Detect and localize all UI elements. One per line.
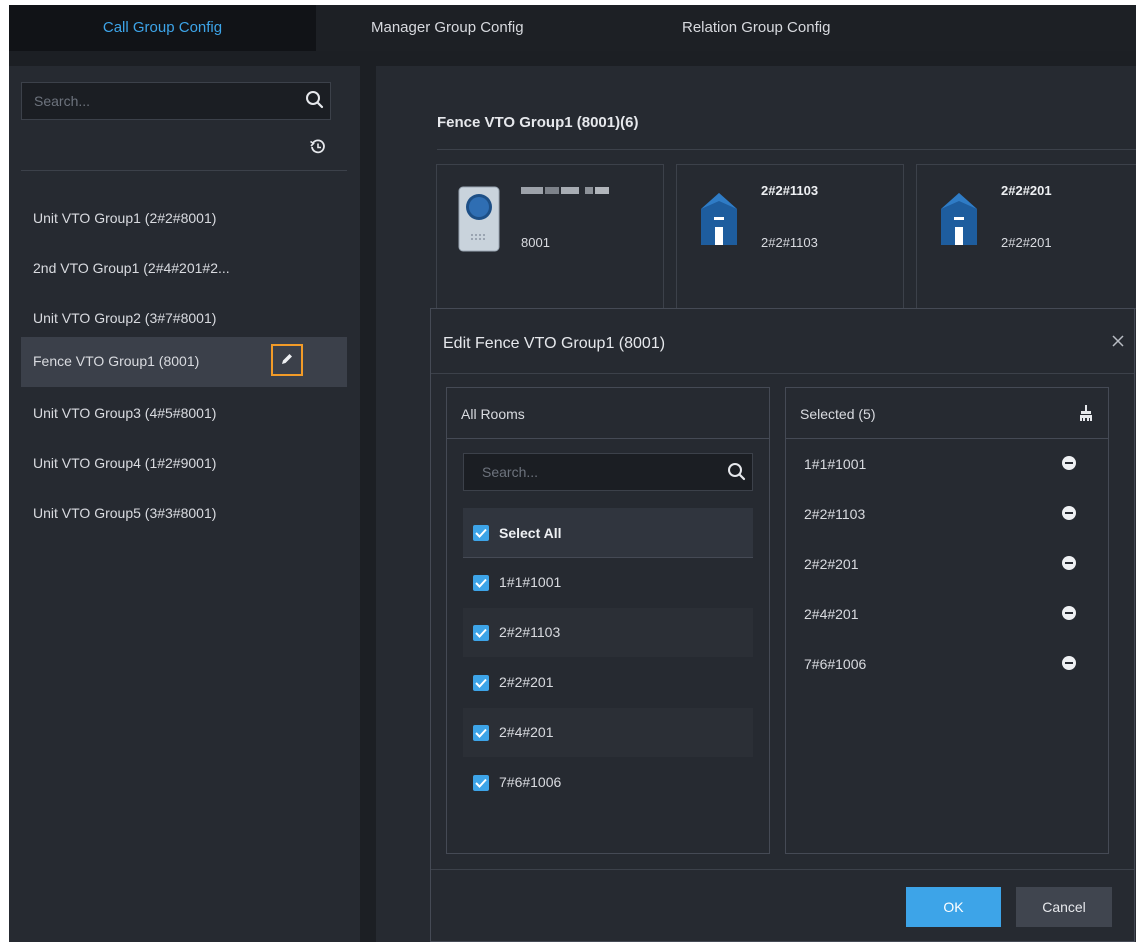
all-rooms-label: All Rooms — [461, 406, 525, 422]
tab-call-group-config[interactable]: Call Group Config — [9, 5, 316, 51]
selected-header: Selected (5) — [786, 388, 1108, 439]
group-item-unit-vto-group5[interactable]: Unit VTO Group5 (3#3#8001) — [21, 489, 347, 537]
search-placeholder: Search... — [482, 464, 539, 480]
room-label: 2#4#201 — [499, 724, 554, 740]
ok-button[interactable]: OK — [906, 887, 1001, 927]
group-list-panel: Search... Unit VTO Group1 (2#2#8001) 2nd… — [9, 66, 360, 942]
tab-relation-group-config[interactable]: Relation Group Config — [682, 5, 882, 51]
room-label: 2#2#1103 — [499, 624, 561, 640]
edit-group-dialog: Edit Fence VTO Group1 (8001) All Rooms S… — [430, 308, 1135, 942]
room-checkbox[interactable] — [473, 725, 489, 741]
room-label: 7#6#1006 — [499, 774, 562, 790]
room-row[interactable]: 1#1#1001 — [463, 558, 753, 607]
selected-room-label: 2#2#201 — [804, 556, 859, 572]
room-row[interactable]: 2#4#201 — [463, 708, 753, 757]
room-checkbox[interactable] — [473, 625, 489, 641]
selected-room-label: 1#1#1001 — [804, 456, 867, 472]
selected-row: 1#1#1001 — [786, 440, 1108, 489]
selected-room-label: 7#6#1006 — [804, 656, 867, 672]
divider — [431, 869, 1134, 870]
selected-room-label: 2#4#201 — [804, 606, 859, 622]
remove-icon[interactable] — [1062, 506, 1076, 520]
tab-divider — [9, 51, 1136, 66]
search-icon[interactable] — [726, 461, 748, 483]
group-item-label: Fence VTO Group1 (8001) — [33, 353, 200, 369]
selected-row: 2#2#201 — [786, 540, 1108, 589]
dialog-title: Edit Fence VTO Group1 (8001) — [443, 335, 666, 352]
card-number: 8001 — [521, 235, 550, 250]
divider — [21, 170, 347, 171]
card-number: 2#2#201 — [1001, 235, 1052, 250]
tab-bar: Call Group Config Manager Group Config R… — [9, 5, 1136, 51]
remove-icon[interactable] — [1062, 656, 1076, 670]
selected-room-label: 2#2#1103 — [804, 506, 866, 522]
divider — [437, 149, 1136, 150]
select-all-label: Select All — [499, 525, 562, 541]
house-icon — [699, 191, 739, 252]
group-title: Fence VTO Group1 (8001)(6) — [437, 114, 639, 131]
search-placeholder: Search... — [34, 93, 91, 109]
remove-icon[interactable] — [1062, 456, 1076, 470]
remove-icon[interactable] — [1062, 556, 1076, 570]
member-card[interactable]: 8001 — [436, 164, 664, 309]
room-row[interactable]: 2#2#201 — [463, 658, 753, 707]
clear-broom-icon[interactable] — [1078, 404, 1094, 422]
room-checkbox[interactable] — [473, 675, 489, 691]
remove-icon[interactable] — [1062, 606, 1076, 620]
room-label: 1#1#1001 — [499, 574, 562, 590]
app-window: Call Group Config Manager Group Config R… — [9, 5, 1136, 942]
room-checkbox[interactable] — [473, 575, 489, 591]
room-checkbox[interactable] — [473, 775, 489, 791]
group-item-unit-vto-group1[interactable]: Unit VTO Group1 (2#2#8001) — [21, 194, 347, 242]
room-row[interactable]: 2#2#1103 — [463, 608, 753, 657]
room-search-input[interactable]: Search... — [463, 453, 753, 491]
close-icon[interactable] — [1110, 333, 1126, 349]
tab-manager-group-config[interactable]: Manager Group Config — [371, 5, 571, 51]
select-all-row[interactable]: Select All — [463, 508, 753, 558]
room-label: 2#2#201 — [499, 674, 554, 690]
all-rooms-pane: All Rooms Search... Select All 1#1#1001 … — [446, 387, 770, 854]
room-row[interactable]: 7#6#1006 — [463, 758, 753, 807]
house-icon — [939, 191, 979, 252]
group-item-unit-vto-group2[interactable]: Unit VTO Group2 (3#7#8001) — [21, 294, 347, 342]
edit-button[interactable] — [271, 344, 303, 376]
selected-count-label: Selected (5) — [800, 406, 876, 422]
group-search-input[interactable]: Search... — [21, 82, 331, 120]
member-card[interactable]: 2#2#201 2#2#201 — [916, 164, 1136, 309]
select-all-checkbox[interactable] — [473, 525, 489, 541]
cancel-button[interactable]: Cancel — [1016, 887, 1112, 927]
group-item-2nd-vto-group1[interactable]: 2nd VTO Group1 (2#4#201#2... — [21, 244, 347, 292]
selected-row: 7#6#1006 — [786, 640, 1108, 689]
selected-row: 2#4#201 — [786, 590, 1108, 639]
selected-rooms-pane: Selected (5) 1#1#1001 2#2#1103 2#2#201 2… — [785, 387, 1109, 854]
card-name: 2#2#201 — [1001, 183, 1052, 198]
pencil-icon — [282, 354, 292, 364]
group-item-fence-vto-group1[interactable]: Fence VTO Group1 (8001) — [21, 337, 347, 387]
search-icon[interactable] — [304, 89, 326, 111]
group-item-unit-vto-group3[interactable]: Unit VTO Group3 (4#5#8001) — [21, 389, 347, 437]
selected-row: 2#2#1103 — [786, 490, 1108, 539]
all-rooms-header: All Rooms — [447, 388, 769, 439]
divider — [431, 373, 1134, 374]
vto-device-icon — [457, 185, 501, 258]
history-icon[interactable] — [309, 138, 327, 156]
card-number: 2#2#1103 — [761, 235, 818, 250]
member-card[interactable]: 2#2#1103 2#2#1103 — [676, 164, 904, 309]
redacted-device-name — [521, 183, 621, 194]
group-item-unit-vto-group4[interactable]: Unit VTO Group4 (1#2#9001) — [21, 439, 347, 487]
card-name: 2#2#1103 — [761, 183, 819, 198]
